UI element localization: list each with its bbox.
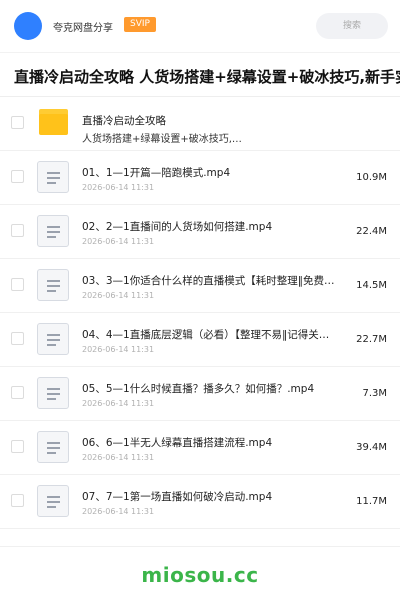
site-watermark: miosou.cc: [141, 563, 259, 587]
file-size: 39.4M: [356, 442, 387, 453]
footer-divider: [0, 546, 400, 547]
file-size: 22.7M: [356, 334, 387, 345]
search-input[interactable]: [316, 13, 388, 39]
file-row[interactable]: 05、5—1什么时候直播？播多久？如何播？.mp4 2026-06-14 11:…: [0, 367, 400, 421]
file-date: 2026-06-14 11:31: [82, 237, 155, 246]
file-row[interactable]: 04、4—1直播底层逻辑（必看）【整理不易‖记得关… 2026-06-14 11…: [0, 313, 400, 367]
file-date: 2026-06-14 11:31: [82, 345, 155, 354]
document-icon: [37, 377, 69, 409]
file-size: 14.5M: [356, 280, 387, 291]
file-list: 直播冷启动全攻略 人货场搭建+绿幕设置+破冰技巧,… 01、1—1开篇—陪跑模式…: [0, 97, 400, 529]
brand-name: 夸克网盘分享: [53, 23, 113, 34]
document-icon: [37, 215, 69, 247]
file-date: 2026-06-14 11:31: [82, 507, 155, 516]
svip-badge: SVIP: [124, 17, 156, 32]
file-date: 2026-06-14 11:31: [82, 291, 155, 300]
file-size: 10.9M: [356, 172, 387, 183]
file-name: 02、2—1直播间的人货场如何搭建.mp4: [82, 221, 273, 233]
file-name: 07、7—1第一场直播如何破冷启动.mp4: [82, 491, 273, 503]
file-name: 04、4—1直播底层逻辑（必看）【整理不易‖记得关…: [82, 329, 330, 341]
avatar[interactable]: [14, 12, 42, 40]
folder-icon: [39, 109, 68, 135]
row-checkbox[interactable]: [11, 278, 24, 291]
share-title: 直播冷启动全攻略 人货场搭建+绿幕设置+破冰技巧,新手实: [14, 68, 400, 86]
folder-name: 直播冷启动全攻略: [82, 115, 166, 127]
file-name: 01、1—1开篇—陪跑模式.mp4: [82, 167, 231, 179]
file-name: 06、6—1半无人绿幕直播搭建流程.mp4: [82, 437, 273, 449]
file-row[interactable]: 03、3—1你适合什么样的直播模式【耗时整理‖免费… 2026-06-14 11…: [0, 259, 400, 313]
row-checkbox[interactable]: [11, 170, 24, 183]
file-date: 2026-06-14 11:31: [82, 183, 155, 192]
file-date: 2026-06-14 11:31: [82, 399, 155, 408]
document-icon: [37, 431, 69, 463]
row-checkbox[interactable]: [11, 386, 24, 399]
app-header: 夸克网盘分享 SVIP: [0, 0, 400, 52]
document-icon: [37, 485, 69, 517]
row-checkbox[interactable]: [11, 494, 24, 507]
file-row[interactable]: 06、6—1半无人绿幕直播搭建流程.mp4 2026-06-14 11:31 3…: [0, 421, 400, 475]
file-size: 11.7M: [356, 496, 387, 507]
document-icon: [37, 323, 69, 355]
row-checkbox[interactable]: [11, 332, 24, 345]
row-checkbox[interactable]: [11, 116, 24, 129]
file-row[interactable]: 01、1—1开篇—陪跑模式.mp4 2026-06-14 11:31 10.9M: [0, 151, 400, 205]
row-checkbox[interactable]: [11, 440, 24, 453]
file-name: 03、3—1你适合什么样的直播模式【耗时整理‖免费…: [82, 275, 335, 287]
folder-row[interactable]: 直播冷启动全攻略 人货场搭建+绿幕设置+破冰技巧,…: [0, 97, 400, 151]
document-icon: [37, 269, 69, 301]
file-row[interactable]: 07、7—1第一场直播如何破冷启动.mp4 2026-06-14 11:31 1…: [0, 475, 400, 529]
file-size: 7.3M: [362, 388, 387, 399]
row-checkbox[interactable]: [11, 224, 24, 237]
document-icon: [37, 161, 69, 193]
header-divider: [0, 52, 400, 53]
file-row[interactable]: 02、2—1直播间的人货场如何搭建.mp4 2026-06-14 11:31 2…: [0, 205, 400, 259]
file-name: 05、5—1什么时候直播？播多久？如何播？.mp4: [82, 383, 315, 395]
file-size: 22.4M: [356, 226, 387, 237]
folder-subtitle: 人货场搭建+绿幕设置+破冰技巧,…: [82, 134, 242, 145]
file-date: 2026-06-14 11:31: [82, 453, 155, 462]
